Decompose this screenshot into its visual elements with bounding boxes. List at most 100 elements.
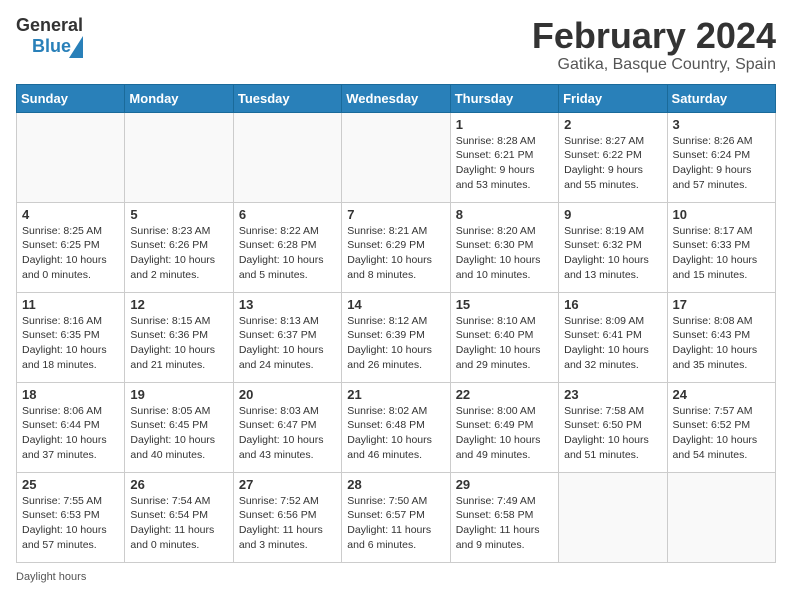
day-number: 17 bbox=[673, 297, 770, 312]
day-number: 21 bbox=[347, 387, 444, 402]
day-number: 7 bbox=[347, 207, 444, 222]
day-number: 26 bbox=[130, 477, 227, 492]
daylight-label: Daylight hours bbox=[16, 571, 86, 583]
day-of-week-header: Wednesday bbox=[342, 84, 450, 112]
calendar-cell bbox=[125, 112, 233, 202]
calendar-cell: 15 Sunrise: 8:10 AMSunset: 6:40 PMDayligh… bbox=[450, 292, 558, 382]
calendar-cell bbox=[233, 112, 341, 202]
day-number: 16 bbox=[564, 297, 661, 312]
day-number: 27 bbox=[239, 477, 336, 492]
day-info: Sunrise: 8:23 AMSunset: 6:26 PMDaylight:… bbox=[130, 224, 227, 283]
day-number: 9 bbox=[564, 207, 661, 222]
calendar-cell bbox=[667, 472, 775, 562]
logo-text-general: General bbox=[16, 16, 83, 36]
day-number: 20 bbox=[239, 387, 336, 402]
day-info: Sunrise: 8:17 AMSunset: 6:33 PMDaylight:… bbox=[673, 224, 770, 283]
day-info: Sunrise: 8:00 AMSunset: 6:49 PMDaylight:… bbox=[456, 404, 553, 463]
day-info: Sunrise: 8:15 AMSunset: 6:36 PMDaylight:… bbox=[130, 314, 227, 373]
day-info: Sunrise: 7:55 AMSunset: 6:53 PMDaylight:… bbox=[22, 494, 119, 553]
calendar-cell: 10 Sunrise: 8:17 AMSunset: 6:33 PMDayligh… bbox=[667, 202, 775, 292]
day-number: 15 bbox=[456, 297, 553, 312]
day-number: 6 bbox=[239, 207, 336, 222]
calendar-cell: 23 Sunrise: 7:58 AMSunset: 6:50 PMDayligh… bbox=[559, 382, 667, 472]
day-info: Sunrise: 8:09 AMSunset: 6:41 PMDaylight:… bbox=[564, 314, 661, 373]
calendar-cell: 20 Sunrise: 8:03 AMSunset: 6:47 PMDayligh… bbox=[233, 382, 341, 472]
day-number: 11 bbox=[22, 297, 119, 312]
day-number: 14 bbox=[347, 297, 444, 312]
day-info: Sunrise: 8:06 AMSunset: 6:44 PMDaylight:… bbox=[22, 404, 119, 463]
day-info: Sunrise: 7:49 AMSunset: 6:58 PMDaylight:… bbox=[456, 494, 553, 553]
header: General Blue February 2024 Gatika, Basqu… bbox=[16, 16, 776, 74]
day-of-week-header: Friday bbox=[559, 84, 667, 112]
calendar-cell: 11 Sunrise: 8:16 AMSunset: 6:35 PMDayligh… bbox=[17, 292, 125, 382]
calendar-cell: 13Sunrise: 8:13 AMSunset: 6:37 PMDayligh… bbox=[233, 292, 341, 382]
day-number: 18 bbox=[22, 387, 119, 402]
day-number: 4 bbox=[22, 207, 119, 222]
calendar-cell bbox=[559, 472, 667, 562]
calendar-cell: 9Sunrise: 8:19 AMSunset: 6:32 PMDaylight… bbox=[559, 202, 667, 292]
day-number: 28 bbox=[347, 477, 444, 492]
day-number: 2 bbox=[564, 117, 661, 132]
calendar-cell: 21 Sunrise: 8:02 AMSunset: 6:48 PMDayligh… bbox=[342, 382, 450, 472]
day-info: Sunrise: 8:26 AMSunset: 6:24 PMDaylight:… bbox=[673, 134, 770, 193]
calendar-cell: 16 Sunrise: 8:09 AMSunset: 6:41 PMDayligh… bbox=[559, 292, 667, 382]
logo-icon bbox=[69, 36, 83, 58]
day-of-week-header: Tuesday bbox=[233, 84, 341, 112]
day-info: Sunrise: 8:05 AMSunset: 6:45 PMDaylight:… bbox=[130, 404, 227, 463]
day-info: Sunrise: 7:57 AMSunset: 6:52 PMDaylight:… bbox=[673, 404, 770, 463]
day-info: Sunrise: 8:27 AMSunset: 6:22 PMDaylight:… bbox=[564, 134, 661, 193]
day-info: Sunrise: 8:25 AMSunset: 6:25 PMDaylight:… bbox=[22, 224, 119, 283]
calendar-cell: 22 Sunrise: 8:00 AMSunset: 6:49 PMDayligh… bbox=[450, 382, 558, 472]
calendar-cell: 1Sunrise: 8:28 AMSunset: 6:21 PMDaylight… bbox=[450, 112, 558, 202]
day-info: Sunrise: 8:16 AMSunset: 6:35 PMDaylight:… bbox=[22, 314, 119, 373]
day-number: 24 bbox=[673, 387, 770, 402]
calendar-cell: 3Sunrise: 8:26 AMSunset: 6:24 PMDaylight… bbox=[667, 112, 775, 202]
day-of-week-header: Saturday bbox=[667, 84, 775, 112]
day-info: Sunrise: 7:50 AMSunset: 6:57 PMDaylight:… bbox=[347, 494, 444, 553]
calendar-title: February 2024 bbox=[532, 16, 776, 56]
day-number: 25 bbox=[22, 477, 119, 492]
calendar-cell: 27 Sunrise: 7:52 AMSunset: 6:56 PMDayligh… bbox=[233, 472, 341, 562]
day-info: Sunrise: 8:10 AMSunset: 6:40 PMDaylight:… bbox=[456, 314, 553, 373]
calendar-cell: 24 Sunrise: 7:57 AMSunset: 6:52 PMDayligh… bbox=[667, 382, 775, 472]
calendar-cell: 28 Sunrise: 7:50 AMSunset: 6:57 PMDayligh… bbox=[342, 472, 450, 562]
day-number: 12 bbox=[130, 297, 227, 312]
calendar-cell: 26 Sunrise: 7:54 AMSunset: 6:54 PMDayligh… bbox=[125, 472, 233, 562]
day-info: Sunrise: 7:58 AMSunset: 6:50 PMDaylight:… bbox=[564, 404, 661, 463]
footer: Daylight hours bbox=[16, 571, 776, 583]
calendar-subtitle: Gatika, Basque Country, Spain bbox=[532, 56, 776, 74]
calendar-cell: 29 Sunrise: 7:49 AMSunset: 6:58 PMDayligh… bbox=[450, 472, 558, 562]
day-of-week-header: Thursday bbox=[450, 84, 558, 112]
calendar-cell: 17Sunrise: 8:08 AMSunset: 6:43 PMDayligh… bbox=[667, 292, 775, 382]
calendar-cell: 14 Sunrise: 8:12 AMSunset: 6:39 PMDayligh… bbox=[342, 292, 450, 382]
calendar-cell: 4 Sunrise: 8:25 AMSunset: 6:25 PMDaylight… bbox=[17, 202, 125, 292]
day-number: 29 bbox=[456, 477, 553, 492]
day-number: 19 bbox=[130, 387, 227, 402]
day-number: 22 bbox=[456, 387, 553, 402]
calendar-cell: 6 Sunrise: 8:22 AMSunset: 6:28 PMDaylight… bbox=[233, 202, 341, 292]
calendar-cell: 18 Sunrise: 8:06 AMSunset: 6:44 PMDayligh… bbox=[17, 382, 125, 472]
calendar-cell: 2 Sunrise: 8:27 AMSunset: 6:22 PMDaylight… bbox=[559, 112, 667, 202]
calendar-table: SundayMondayTuesdayWednesdayThursdayFrid… bbox=[16, 84, 776, 563]
day-number: 23 bbox=[564, 387, 661, 402]
day-info: Sunrise: 7:54 AMSunset: 6:54 PMDaylight:… bbox=[130, 494, 227, 553]
day-info: Sunrise: 8:02 AMSunset: 6:48 PMDaylight:… bbox=[347, 404, 444, 463]
calendar-cell: 25 Sunrise: 7:55 AMSunset: 6:53 PMDayligh… bbox=[17, 472, 125, 562]
title-section: February 2024 Gatika, Basque Country, Sp… bbox=[532, 16, 776, 74]
day-number: 5 bbox=[130, 207, 227, 222]
day-info: Sunrise: 8:22 AMSunset: 6:28 PMDaylight:… bbox=[239, 224, 336, 283]
day-number: 10 bbox=[673, 207, 770, 222]
calendar-cell bbox=[17, 112, 125, 202]
day-info: Sunrise: 8:28 AMSunset: 6:21 PMDaylight:… bbox=[456, 134, 553, 193]
calendar-cell: 8Sunrise: 8:20 AMSunset: 6:30 PMDaylight… bbox=[450, 202, 558, 292]
calendar-cell: 19 Sunrise: 8:05 AMSunset: 6:45 PMDayligh… bbox=[125, 382, 233, 472]
day-info: Sunrise: 8:12 AMSunset: 6:39 PMDaylight:… bbox=[347, 314, 444, 373]
day-info: Sunrise: 8:21 AMSunset: 6:29 PMDaylight:… bbox=[347, 224, 444, 283]
calendar-cell: 7 Sunrise: 8:21 AMSunset: 6:29 PMDaylight… bbox=[342, 202, 450, 292]
day-info: Sunrise: 7:52 AMSunset: 6:56 PMDaylight:… bbox=[239, 494, 336, 553]
calendar-cell: 5 Sunrise: 8:23 AMSunset: 6:26 PMDaylight… bbox=[125, 202, 233, 292]
day-of-week-header: Monday bbox=[125, 84, 233, 112]
day-info: Sunrise: 8:03 AMSunset: 6:47 PMDaylight:… bbox=[239, 404, 336, 463]
calendar-cell: 12 Sunrise: 8:15 AMSunset: 6:36 PMDayligh… bbox=[125, 292, 233, 382]
day-info: Sunrise: 8:20 AMSunset: 6:30 PMDaylight:… bbox=[456, 224, 553, 283]
